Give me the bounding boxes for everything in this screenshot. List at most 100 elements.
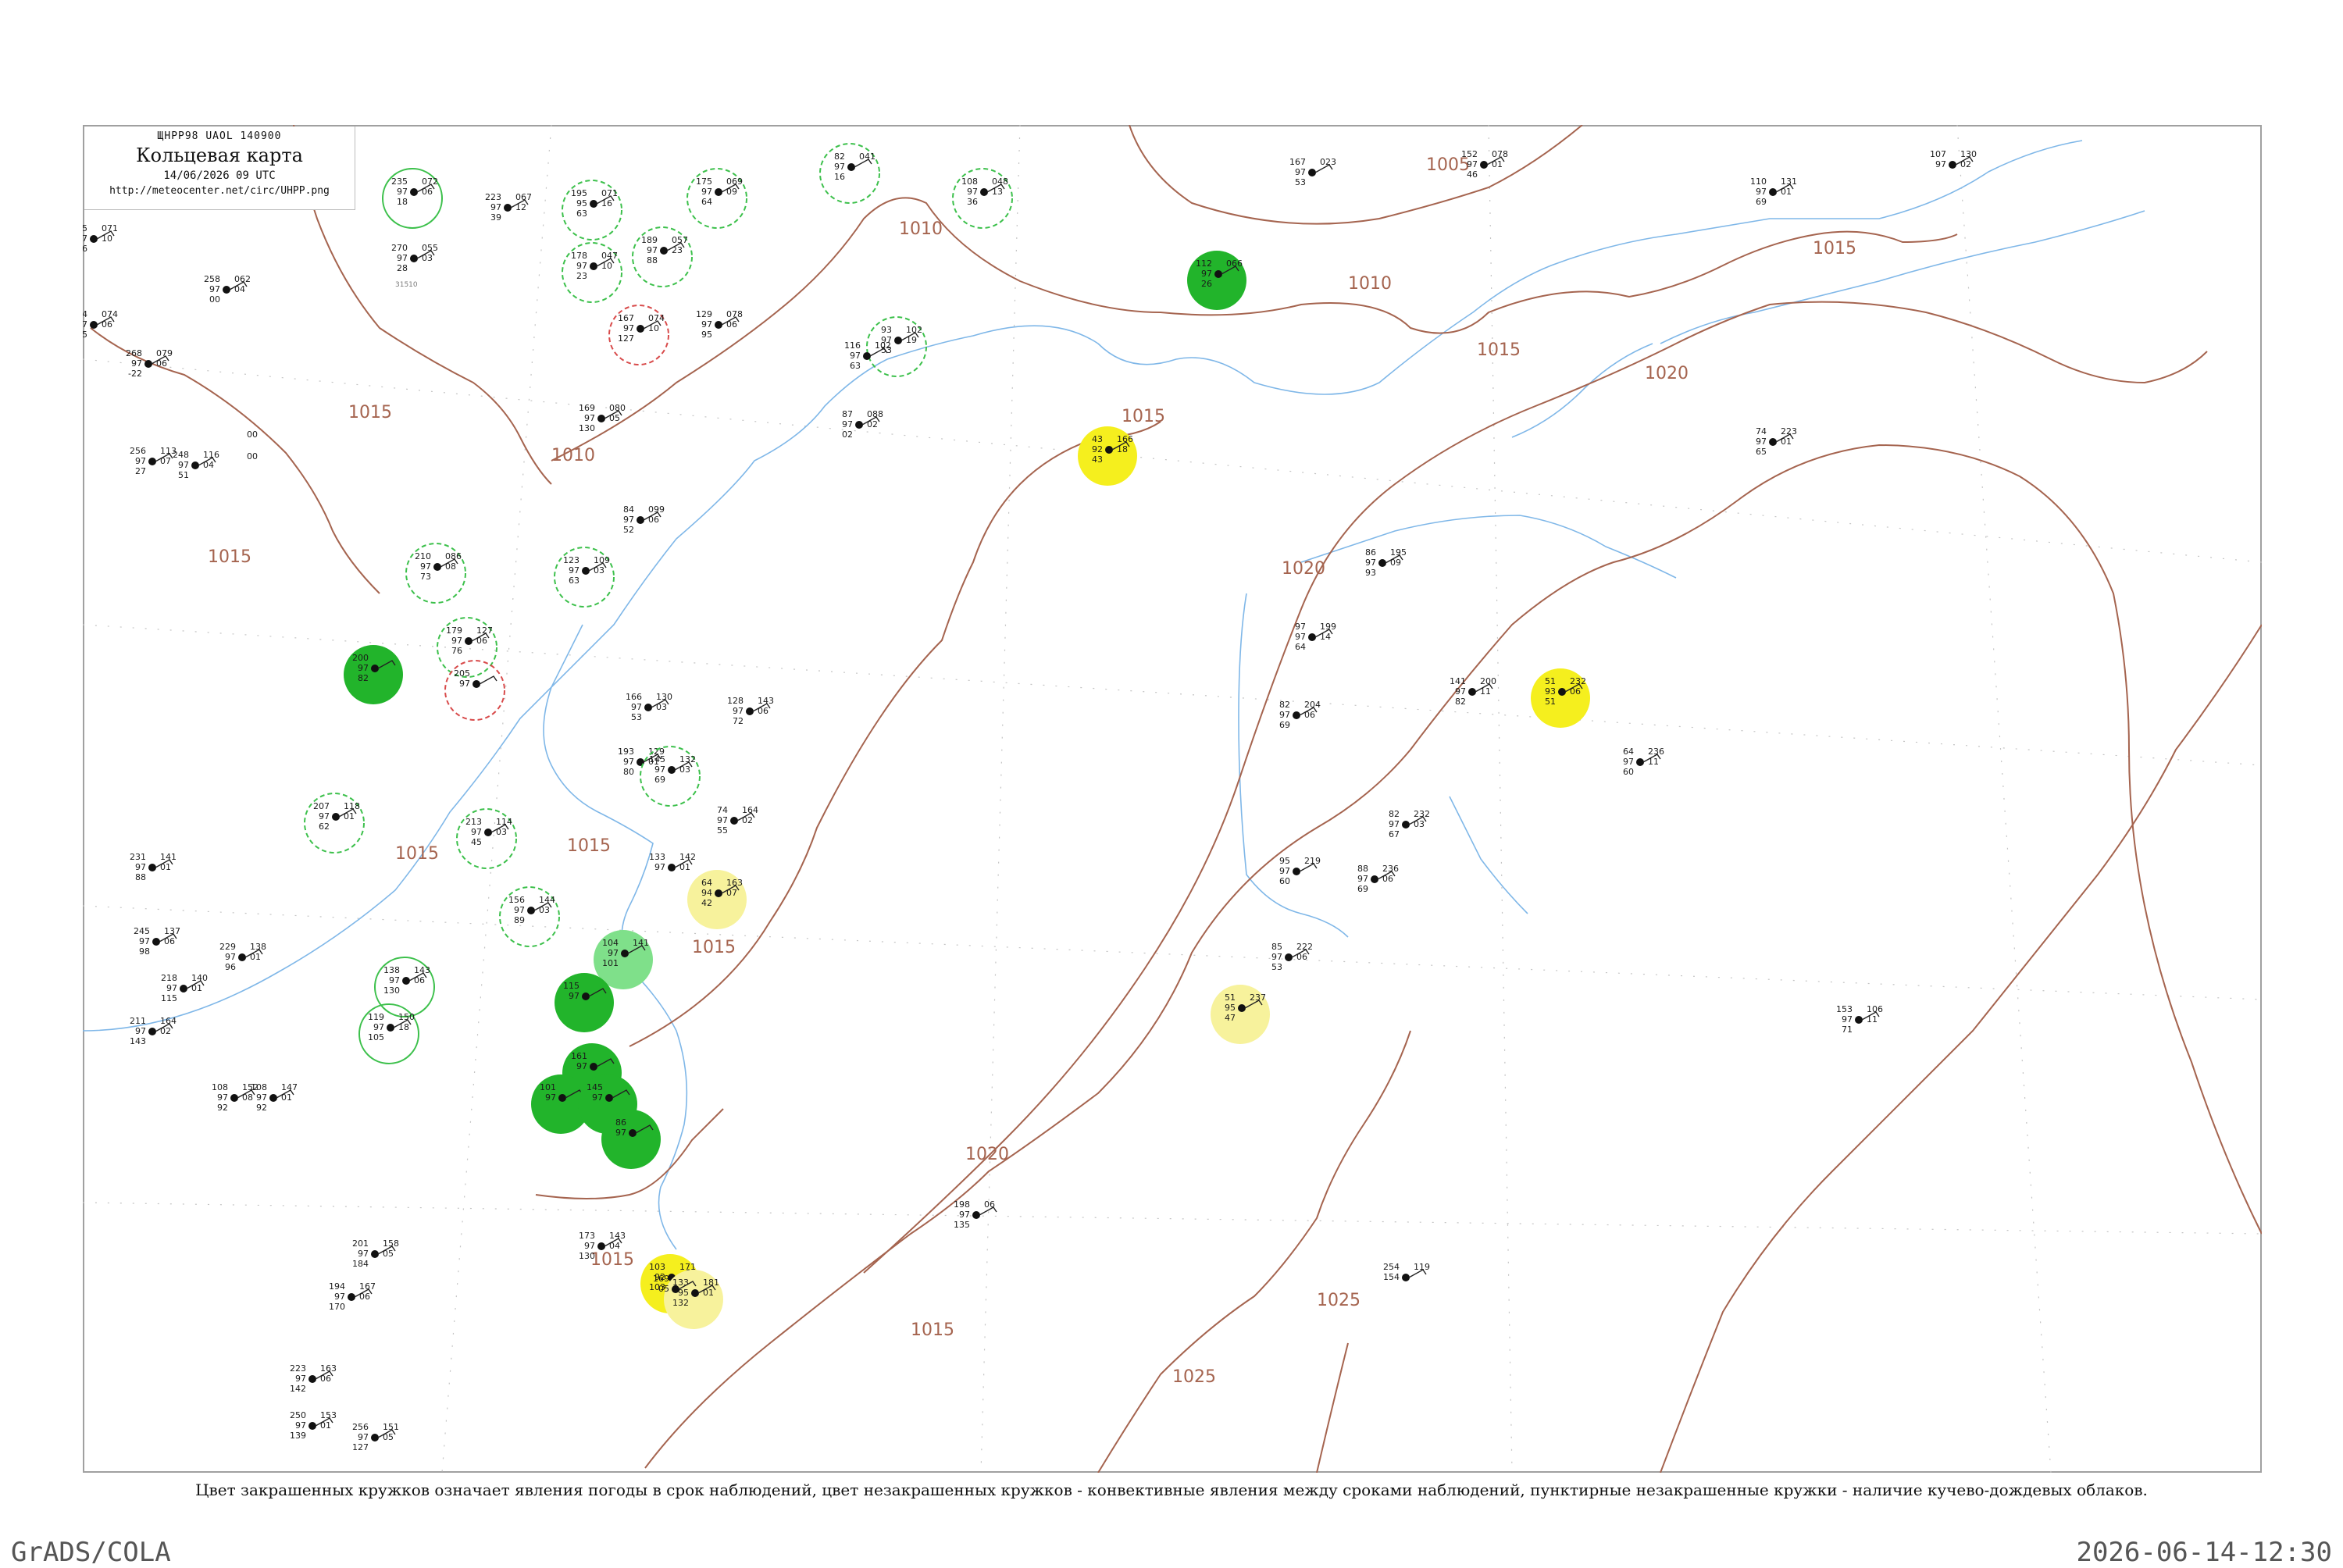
station-plot[interactable]: 26897-22 07906 — [126, 348, 173, 379]
station-plot[interactable]: 519547 237 — [1211, 985, 1270, 1044]
station-plot[interactable]: 889769 23606 — [1357, 864, 1399, 894]
station-value: 110 — [1750, 176, 1767, 187]
station-plot[interactable]: 959760 219 — [1279, 856, 1321, 886]
station-plot[interactable]: 25097139 15301 — [290, 1410, 337, 1441]
station-value: 114 — [496, 817, 512, 827]
station-value: 14 — [1320, 632, 1331, 642]
station-value: 258 — [204, 274, 220, 284]
station-plot[interactable]: 20597 — [444, 660, 505, 721]
station-plot[interactable]: 20197184 15805 — [352, 1238, 399, 1269]
station-plot[interactable]: 2109773 08608 — [405, 543, 466, 604]
station-value: 84 — [623, 504, 634, 515]
station-plot[interactable]: 19897135 06 — [954, 1199, 997, 1230]
station-plot[interactable]: 16797127 07410 — [608, 305, 669, 365]
station-plot[interactable]: 2299796 13801 — [219, 942, 266, 972]
station-plot[interactable]: 1959563 07116 — [562, 180, 622, 241]
station-plot[interactable]: 8697 — [601, 1110, 661, 1169]
station-plot[interactable]: 2459798 13706 — [134, 926, 180, 957]
station-plot[interactable]: 749765 22301 — [1756, 426, 1797, 457]
station-value: 97 — [615, 1128, 626, 1138]
station-plot[interactable]: 1299795 07806 — [696, 309, 743, 340]
station-plot[interactable]: 1529746 07801 — [1461, 149, 1508, 180]
station-value: 97 — [1455, 686, 1466, 697]
station-value: 88 — [647, 255, 658, 265]
map-url[interactable]: http://meteocenter.net/circ/UHPP.png — [84, 185, 355, 197]
station-plot[interactable]: 2239739 06712 — [485, 192, 532, 223]
station-value: 229 — [219, 942, 236, 952]
station-plot[interactable]: 1899788 05723 — [632, 226, 693, 287]
station-plot[interactable]: 1539771 10611 — [1836, 1004, 1883, 1035]
station-value: 97 — [459, 679, 470, 689]
station-value: 01 — [281, 1092, 292, 1103]
station-plot[interactable]: 1339513218101 — [664, 1270, 723, 1329]
station-plot[interactable]: 1089736 04813 — [952, 168, 1013, 229]
station-plot[interactable]: 21197143 16402 — [130, 1016, 177, 1046]
station-plot[interactable]: 28597-36 07110 — [83, 223, 118, 254]
station-plot[interactable]: 1669753 13003 — [626, 692, 672, 722]
station-value: 139 — [290, 1431, 306, 1441]
station-plot[interactable]: 22397142 16306 — [290, 1363, 337, 1394]
station-value: 04 — [203, 460, 214, 470]
station-plot[interactable]: 16997130 08005 — [579, 403, 626, 433]
station-plot[interactable]: 1759764 06909 — [686, 168, 747, 229]
station-plot[interactable]: 2489751 11604 — [173, 450, 219, 480]
station-value: 181 — [703, 1278, 719, 1288]
station-value: 166 — [626, 692, 642, 702]
station-value: 250 — [290, 1410, 306, 1420]
station-value: 132 — [679, 754, 696, 764]
station-plot[interactable]: 1419782 20011 — [1450, 676, 1496, 707]
cloud-cover-icon — [371, 665, 379, 672]
station-plot[interactable]: 1289772 14306 — [727, 696, 774, 726]
station-plot[interactable]: 254154 119 — [1383, 1262, 1430, 1282]
station-value: 97 — [471, 827, 482, 837]
station-plot[interactable]: 2079762 11801 — [304, 793, 365, 853]
station-value: 173 — [579, 1231, 595, 1241]
station-plot[interactable]: 2009782 — [344, 645, 403, 704]
station-plot[interactable]: 519351 23206 — [1531, 668, 1590, 728]
station-plot[interactable]: 1239763 10903 — [554, 547, 615, 608]
station-value: 03 — [594, 565, 604, 576]
station-plot[interactable]: 1789723 04710 — [562, 242, 622, 303]
station-plot[interactable]: 829716 041 — [819, 143, 880, 204]
station-plot[interactable]: 1089792 14701 — [251, 1082, 298, 1113]
station-plot[interactable]: 2319788 14101 — [130, 852, 177, 882]
station-plot[interactable]: 2139745 11403 — [456, 808, 517, 869]
station-value: 06 — [156, 358, 167, 369]
station-plot[interactable]: 1569789 14403 — [499, 886, 560, 947]
station-value: 210 — [415, 551, 431, 561]
station-plot[interactable]: 439243 16618 — [1078, 426, 1137, 486]
station-plot[interactable]: 849752 09906 — [623, 504, 665, 535]
station-plot[interactable]: 25697127 15105 — [352, 1422, 399, 1452]
station-plot[interactable]: 2589700 06204 — [204, 274, 251, 305]
station-plot[interactable]: 21897115 14001 — [161, 973, 208, 1003]
station-plot[interactable]: 19497170 16706 — [329, 1281, 376, 1312]
station-value: 87 — [842, 409, 853, 419]
cloud-cover-icon — [715, 889, 722, 897]
station-plot[interactable]: 1679753 023 — [1289, 157, 1336, 187]
synoptic-map[interactable]: 1015 1010 1005 1015 1010 1010 1015 1015 … — [83, 125, 2262, 1473]
station-plot[interactable]: 1109769 13101 — [1750, 176, 1797, 207]
station-plot[interactable]: 829769 20406 — [1279, 700, 1321, 730]
station-plot[interactable]: 97976419914 — [1295, 622, 1336, 652]
station-plot[interactable]: 749755 16402 — [717, 805, 758, 836]
station-plot[interactable]: 649442 16307 — [687, 870, 747, 929]
isobar-label: 1010 — [899, 219, 943, 239]
station-plot[interactable]: 1129726 066 — [1187, 251, 1246, 310]
station-plot[interactable]: 869793 19509 — [1365, 547, 1407, 578]
station-plot[interactable]: 1459769 13203 — [640, 746, 701, 807]
station-plot[interactable]: 649760 23611 — [1623, 747, 1664, 777]
station-value: 150 — [398, 1012, 415, 1022]
station-plot[interactable]: 2709728 05503 31510 — [391, 243, 438, 289]
cloud-cover-icon — [847, 163, 855, 171]
station-plot[interactable]: 10797 13002 — [1930, 149, 1977, 169]
station-value: 127 — [476, 625, 493, 636]
station-plot[interactable]: 829767 23203 — [1389, 809, 1430, 839]
station-plot[interactable]: 13397 14201 — [649, 852, 696, 872]
station-plot[interactable]: 11597 — [555, 973, 614, 1032]
station-plot[interactable]: 256972711307 — [130, 446, 177, 476]
station-value: 43 — [1092, 434, 1103, 444]
station-plot[interactable]: 87970208802 — [842, 409, 883, 440]
station-value: 167 — [359, 1281, 376, 1292]
station-plot[interactable]: 859753 22206 — [1271, 942, 1313, 972]
station-plot[interactable]: 2359718 07206 — [382, 168, 443, 229]
